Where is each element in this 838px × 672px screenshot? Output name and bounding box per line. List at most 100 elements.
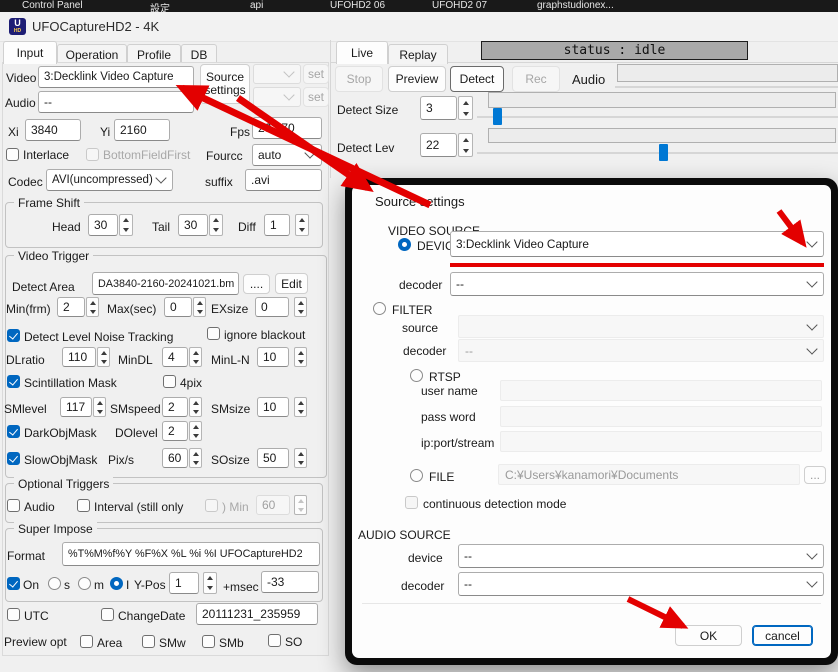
audio-device-field[interactable]: -- — [38, 91, 194, 113]
detect-area-browse-button[interactable]: .... — [243, 274, 270, 294]
pixs-field[interactable]: 60 — [162, 448, 188, 468]
tab-input[interactable]: Input — [3, 41, 57, 64]
diff-spinner[interactable] — [295, 214, 309, 236]
dlratio-field[interactable]: 110 — [62, 347, 96, 367]
spin-up-button[interactable] — [120, 215, 132, 225]
fourcc-select[interactable]: auto — [252, 144, 322, 166]
pixs-spinner[interactable] — [189, 448, 202, 468]
utc-checkbox[interactable] — [7, 608, 20, 621]
spin-up-button[interactable] — [194, 298, 205, 307]
spin-down-button[interactable] — [295, 458, 306, 467]
smw-checkbox[interactable] — [142, 635, 155, 648]
audio-trigger-checkbox[interactable] — [7, 499, 20, 512]
cancel-button[interactable]: cancel — [752, 625, 813, 646]
slowobjmask-checkbox[interactable] — [7, 452, 20, 465]
ypos-spinner[interactable] — [203, 572, 217, 594]
smlevel-spinner[interactable] — [93, 397, 106, 417]
tab-replay[interactable]: Replay — [388, 44, 448, 64]
spin-up-button[interactable] — [94, 398, 105, 407]
spin-up-button[interactable] — [296, 215, 308, 225]
min-frm-field[interactable]: 2 — [57, 297, 85, 317]
spin-up-button[interactable] — [295, 398, 306, 407]
spin-up-button[interactable] — [295, 348, 306, 357]
xi-field[interactable]: 3840 — [25, 119, 81, 141]
smb-checkbox[interactable] — [202, 635, 215, 648]
detect-size-slider[interactable] — [477, 116, 838, 118]
video-device-field[interactable]: 3:Decklink Video Capture — [38, 66, 194, 88]
spin-down-button[interactable] — [459, 145, 472, 156]
device-select[interactable]: 3:Decklink Video Capture — [450, 231, 824, 257]
detect-lev-slider[interactable] — [477, 152, 838, 154]
yi-field[interactable]: 2160 — [114, 119, 170, 141]
superimpose-i-radio[interactable] — [110, 577, 123, 590]
exsize-field[interactable]: 0 — [255, 297, 289, 317]
audio-slider[interactable] — [615, 86, 838, 88]
mindl-field[interactable]: 4 — [162, 347, 188, 367]
tab-live[interactable]: Live — [336, 41, 388, 64]
exsize-spinner[interactable] — [294, 297, 307, 317]
spin-down-button[interactable] — [87, 307, 98, 316]
smsize-field[interactable]: 10 — [257, 397, 289, 417]
changedate-checkbox[interactable] — [101, 608, 114, 621]
changedate-field[interactable]: 20111231_235959 — [196, 603, 318, 625]
spin-down-button[interactable] — [194, 307, 205, 316]
spin-down-button[interactable] — [190, 357, 201, 366]
max-sec-field[interactable]: 0 — [164, 297, 192, 317]
detect-button[interactable]: Detect — [450, 66, 504, 92]
audio-decoder-select[interactable]: -- — [458, 572, 824, 596]
device-radio[interactable] — [398, 238, 411, 251]
spin-up-button[interactable] — [459, 97, 472, 108]
device-decoder-select[interactable]: -- — [450, 272, 824, 296]
tab-db[interactable]: DB — [181, 44, 217, 64]
spin-down-button[interactable] — [295, 357, 306, 366]
min-frm-spinner[interactable] — [86, 297, 99, 317]
taskbar-item-ufohd2-07[interactable]: UFOHD2 07 — [432, 0, 487, 11]
msec-field[interactable]: -33 — [261, 571, 319, 593]
detect-lev-spinner[interactable] — [458, 133, 473, 157]
spin-down-button[interactable] — [120, 225, 132, 235]
spin-down-button[interactable] — [204, 583, 216, 593]
max-sec-spinner[interactable] — [193, 297, 206, 317]
tail-spinner[interactable] — [209, 214, 223, 236]
smlevel-field[interactable]: 117 — [60, 397, 92, 417]
detect-size-spinner[interactable] — [458, 96, 473, 120]
tab-profile[interactable]: Profile — [127, 44, 181, 64]
dolevel-spinner[interactable] — [189, 421, 202, 441]
superimpose-m-radio[interactable] — [78, 577, 91, 590]
4pix-checkbox[interactable] — [163, 375, 176, 388]
so-checkbox[interactable] — [268, 634, 281, 647]
detect-lev-slider-thumb[interactable] — [659, 144, 668, 161]
spin-up-button[interactable] — [459, 134, 472, 145]
sosize-spinner[interactable] — [294, 448, 307, 468]
scintillation-mask-checkbox[interactable] — [7, 375, 20, 388]
detect-area-field[interactable]: DA3840-2160-20241021.bm — [92, 272, 239, 295]
spin-up-button[interactable] — [204, 573, 216, 583]
detect-area-edit-button[interactable]: Edit — [275, 273, 308, 294]
detect-lev-field[interactable]: 22 — [420, 133, 457, 157]
ypos-field[interactable]: 1 — [169, 572, 199, 594]
detect-size-slider-thumb[interactable] — [493, 108, 502, 125]
spin-down-button[interactable] — [296, 225, 308, 235]
minln-field[interactable]: 10 — [257, 347, 289, 367]
detect-level-noise-tracking-checkbox[interactable] — [7, 329, 20, 342]
spin-up-button[interactable] — [98, 348, 109, 357]
spin-up-button[interactable] — [190, 422, 201, 431]
interval-checkbox[interactable] — [77, 499, 90, 512]
preview-button[interactable]: Preview — [388, 66, 446, 92]
spin-up-button[interactable] — [190, 348, 201, 357]
ignore-blackout-checkbox[interactable] — [207, 327, 220, 340]
spin-up-button[interactable] — [190, 398, 201, 407]
tail-field[interactable]: 30 — [178, 214, 208, 236]
codec-select[interactable]: AVI(uncompressed) — [46, 169, 173, 191]
spin-down-button[interactable] — [98, 357, 109, 366]
interlace-checkbox[interactable] — [6, 148, 19, 161]
source-settings-button[interactable]: Source settings — [200, 64, 250, 104]
smspeed-field[interactable]: 2 — [162, 397, 188, 417]
mindl-spinner[interactable] — [189, 347, 202, 367]
spin-up-button[interactable] — [295, 449, 306, 458]
format-field[interactable]: %T%M%f%Y %F%X %L %i %I UFOCaptureHD2 — [62, 542, 320, 566]
spin-down-button[interactable] — [190, 458, 201, 467]
smsize-spinner[interactable] — [294, 397, 307, 417]
smspeed-spinner[interactable] — [189, 397, 202, 417]
spin-down-button[interactable] — [190, 407, 201, 416]
